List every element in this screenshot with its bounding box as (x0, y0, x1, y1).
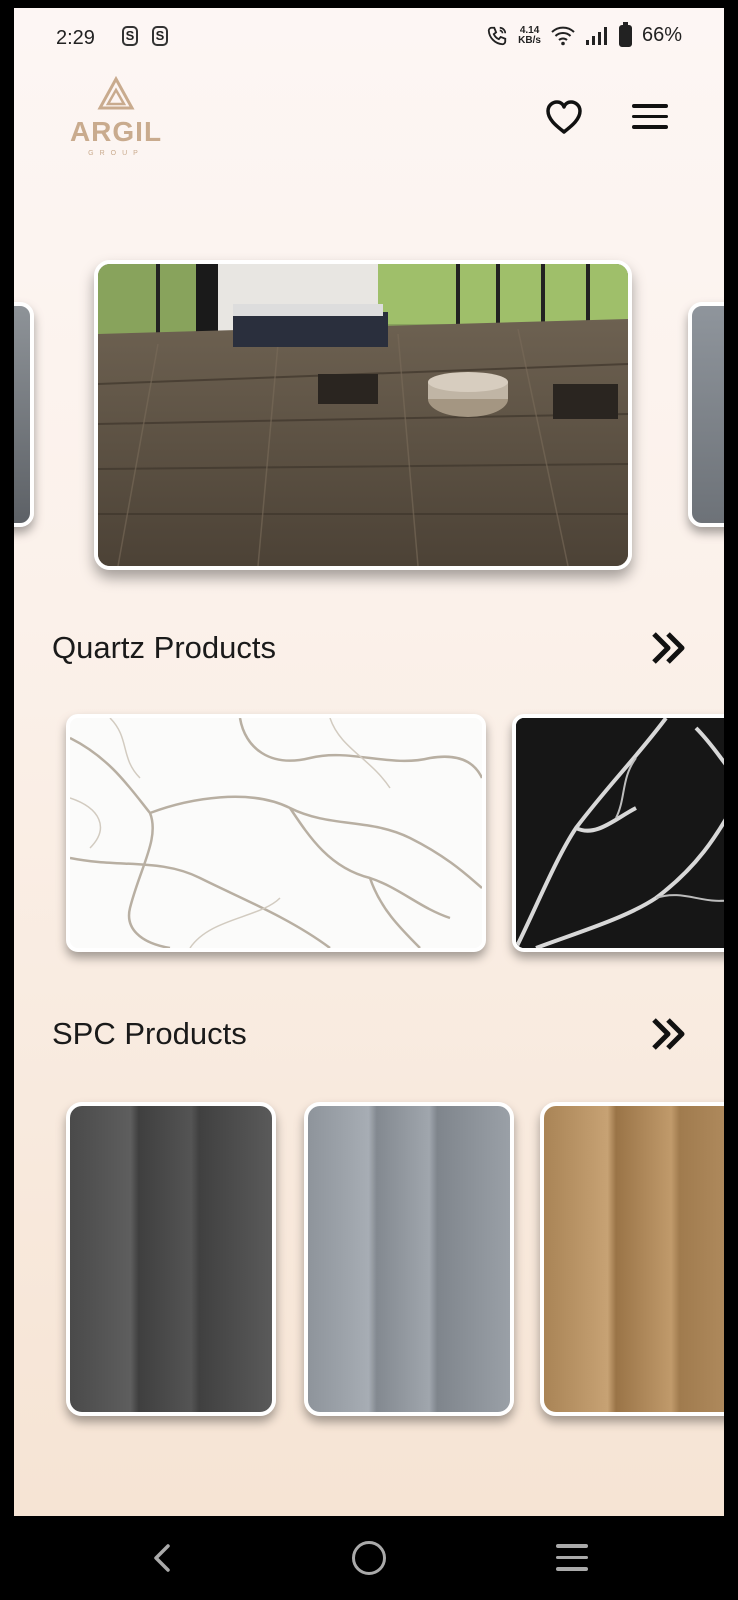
hamburger-menu-button[interactable] (632, 104, 668, 132)
double-chevron-right-icon (652, 1018, 685, 1050)
recent-apps-icon[interactable] (556, 1544, 588, 1572)
menu-line (632, 114, 668, 118)
home-icon[interactable] (352, 1541, 386, 1575)
quartz-see-all-button[interactable] (650, 628, 690, 668)
wifi-call-icon (488, 26, 507, 45)
quartz-product-card[interactable] (66, 714, 486, 952)
hero-slide-next[interactable] (688, 302, 724, 527)
logo-triangle-icon (97, 76, 135, 110)
battery-icon (618, 21, 632, 47)
spc-product-card[interactable] (540, 1102, 724, 1416)
status-bar: 2:29 S S 4.14 KB/s 66% (14, 8, 724, 66)
hero-room-image (98, 264, 628, 566)
menu-line (632, 104, 668, 108)
logo-subtext: GROUP (88, 150, 144, 157)
network-speed-value: 4.14 (519, 24, 540, 36)
recent-apps-line (556, 1567, 588, 1571)
quartz-section-title: Quartz Products (52, 630, 276, 665)
system-nav-bar (0, 1516, 738, 1600)
spc-section-title: SPC Products (52, 1016, 247, 1051)
back-icon (154, 1544, 170, 1572)
quartz-black-marble-image (516, 718, 724, 948)
quartz-product-card[interactable] (512, 714, 724, 952)
network-speed: 4.14 KB/s (518, 24, 541, 46)
hero-slide-image[interactable] (94, 260, 632, 570)
recent-apps-line (556, 1555, 588, 1559)
heart-icon (546, 100, 582, 134)
double-chevron-right-icon (652, 632, 685, 664)
app-screen: 2:29 S S 4.14 KB/s 66% ARGIL GROUP Quart… (14, 8, 724, 1516)
logo-text: ARGIL (69, 116, 163, 147)
notification-s-icon: S (152, 26, 168, 46)
quartz-white-marble-image (70, 718, 482, 948)
wifi-icon (551, 26, 575, 45)
favorites-button[interactable] (544, 98, 584, 138)
spc-product-card[interactable] (66, 1102, 276, 1416)
network-speed-unit: KB/s (518, 34, 541, 46)
spc-see-all-button[interactable] (650, 1014, 690, 1054)
menu-line (632, 125, 668, 129)
notification-s-icon: S (122, 26, 138, 46)
argil-logo[interactable]: ARGIL GROUP (64, 76, 174, 166)
hero-slide-previous[interactable] (14, 302, 34, 527)
status-indicators: 4.14 KB/s 66% (486, 21, 682, 47)
nav-back-button[interactable] (148, 1540, 178, 1576)
status-time: 2:29 (56, 27, 95, 49)
signal-icon (585, 26, 607, 45)
spc-product-card[interactable] (304, 1102, 514, 1416)
battery-percent: 66% (641, 24, 682, 46)
recent-apps-line (556, 1544, 588, 1548)
